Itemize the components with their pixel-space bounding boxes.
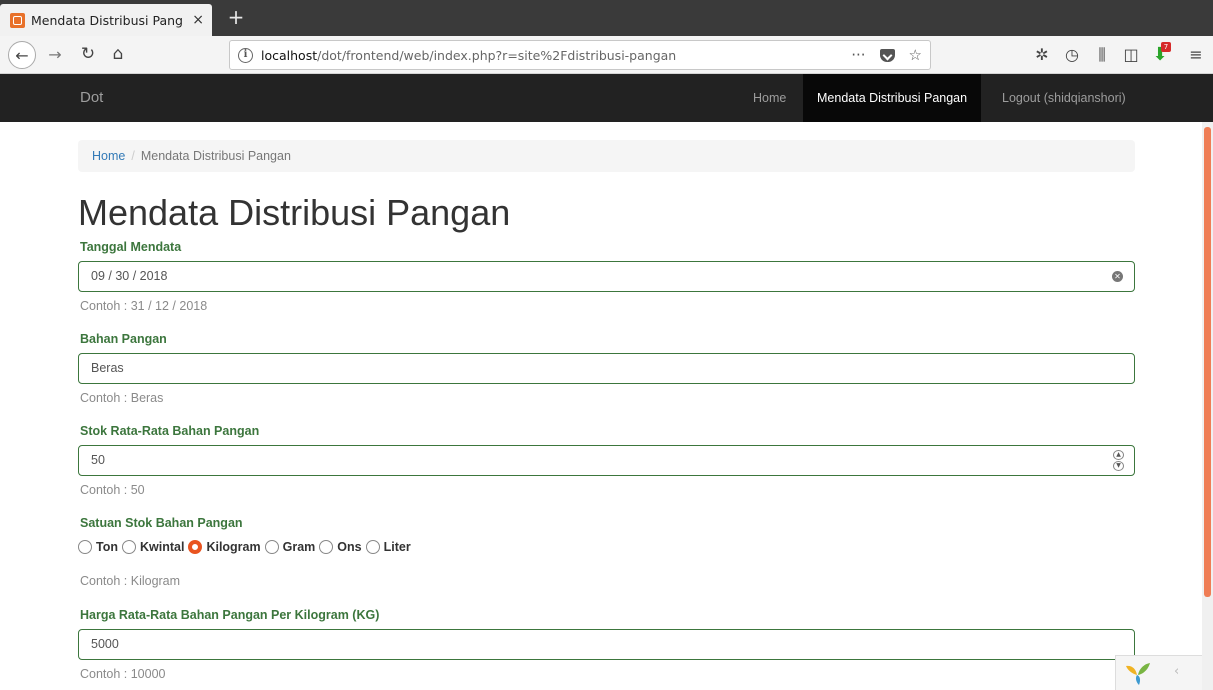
satuan-label: Satuan Stok Bahan Pangan <box>80 516 243 530</box>
page-content: Home / Mendata Distribusi Pangan Mendata D… <box>78 140 1135 681</box>
download-badge: 7 <box>1161 42 1171 52</box>
address-bar[interactable]: i localhost/dot/frontend/web/index.php?r… <box>229 40 931 70</box>
site-info-icon[interactable]: i <box>238 47 253 63</box>
debug-toolbar[interactable]: ‹ <box>1115 655 1202 690</box>
download-arrow-icon[interactable]: ⬇ 7 <box>1149 41 1171 69</box>
hamburger-menu-icon[interactable]: ≡ <box>1185 41 1207 69</box>
sidebar-toggle-icon[interactable]: ◫ <box>1120 41 1142 69</box>
stok-number-input[interactable]: 50 ▲ ▼ <box>78 445 1135 476</box>
clear-date-icon[interactable]: ✕ <box>1112 271 1123 282</box>
radio-kilogram[interactable] <box>188 540 203 554</box>
brand-link[interactable]: Dot <box>80 74 103 122</box>
debug-toolbar-collapse-icon[interactable]: ‹ <box>1174 664 1179 679</box>
tab-close-button[interactable]: × <box>192 12 204 28</box>
scrollbar-thumb[interactable] <box>1204 127 1211 597</box>
radio-label-kwintal[interactable]: Kwintal <box>140 540 184 554</box>
bahan-label: Bahan Pangan <box>80 332 167 346</box>
radio-ons[interactable] <box>319 540 334 554</box>
nav-item-mendata-distribusi-pangan[interactable]: Mendata Distribusi Pangan <box>803 74 982 122</box>
tanggal-hint: Contoh : 31 / 12 / 2018 <box>80 299 208 313</box>
yii-logo-icon[interactable] <box>1124 660 1152 686</box>
tanggal-label: Tanggal Mendata <box>80 240 182 254</box>
radio-liter[interactable] <box>365 540 380 554</box>
tanggal-date-input[interactable]: 09 / 30 / 2018 ✕ <box>78 261 1135 292</box>
bahan-value: Beras <box>91 361 124 375</box>
url-host: localhost <box>261 47 318 63</box>
radio-label-ons[interactable]: Ons <box>337 540 361 554</box>
tab-favicon-icon <box>10 12 25 28</box>
new-tab-button[interactable]: + <box>222 4 250 32</box>
stok-label: Stok Rata-Rata Bahan Pangan <box>80 424 260 438</box>
stok-hint: Contoh : 50 <box>80 483 145 497</box>
radio-kwintal[interactable] <box>121 540 136 554</box>
radio-label-ton[interactable]: Ton <box>96 540 118 554</box>
page-title: Mendata Distribusi Pangan <box>78 192 511 233</box>
radio-label-kilogram[interactable]: Kilogram <box>206 540 260 554</box>
bahan-input[interactable]: Beras <box>78 353 1135 384</box>
tab-title: Mendata Distribusi Pang <box>31 12 183 28</box>
home-icon[interactable]: ⌂ <box>106 41 130 69</box>
breadcrumb: Home / Mendata Distribusi Pangan <box>78 140 1135 172</box>
pocket-icon[interactable] <box>879 48 895 62</box>
number-spinner[interactable]: ▲ ▼ <box>1113 450 1124 471</box>
browser-tab-strip: Mendata Distribusi Pang × + <box>0 0 1213 36</box>
browser-tab[interactable]: Mendata Distribusi Pang × <box>0 4 212 36</box>
radio-gram[interactable] <box>264 540 279 554</box>
breadcrumb-current: Mendata Distribusi Pangan <box>140 149 291 163</box>
satuan-radio-group: Ton Kwintal Kilogram Gram Ons Liter <box>78 537 415 557</box>
harga-hint: Contoh : 10000 <box>80 667 166 681</box>
breadcrumb-home-link[interactable]: Home <box>92 149 125 163</box>
url-text[interactable]: localhost/dot/frontend/web/index.php?r=s… <box>261 48 837 63</box>
extension-sun-icon[interactable]: ✲ <box>1031 41 1053 69</box>
radio-ton[interactable] <box>78 540 92 554</box>
back-button[interactable]: ← <box>8 41 36 69</box>
radio-label-gram[interactable]: Gram <box>283 540 316 554</box>
forward-button[interactable]: → <box>45 41 65 69</box>
satuan-hint: Contoh : Kilogram <box>80 574 181 588</box>
nav-item-home[interactable]: Home <box>739 74 800 122</box>
page-scrollbar[interactable] <box>1202 122 1213 690</box>
stok-value: 50 <box>91 453 105 467</box>
nav-item-logout[interactable]: Logout (shidqianshori) <box>988 74 1140 122</box>
app-navbar: Dot Home Mendata Distribusi Pangan Logou… <box>0 74 1213 122</box>
page-actions-button[interactable]: ··· <box>851 46 865 64</box>
harga-input[interactable]: 5000 <box>78 629 1135 660</box>
spin-up-icon[interactable]: ▲ <box>1113 450 1124 460</box>
bookmark-star-icon[interactable]: ☆ <box>909 46 922 64</box>
harga-label: Harga Rata-Rata Bahan Pangan Per Kilogra… <box>80 608 380 622</box>
url-path: /dot/frontend/web/index.php?r=site%2Fdis… <box>317 47 677 63</box>
harga-value: 5000 <box>91 637 119 651</box>
radio-label-liter[interactable]: Liter <box>384 540 411 554</box>
tanggal-value: 09 / 30 / 2018 <box>91 269 168 283</box>
browser-toolbar: ← → ↻ ⌂ i localhost/dot/frontend/web/ind… <box>0 36 1213 74</box>
library-icon[interactable]: ⫼ <box>1091 41 1113 69</box>
reload-button[interactable]: ↻ <box>77 41 99 69</box>
bahan-hint: Contoh : Beras <box>80 391 164 405</box>
breadcrumb-separator: / <box>131 149 135 163</box>
spin-down-icon[interactable]: ▼ <box>1113 461 1124 471</box>
history-clock-icon[interactable]: ◷ <box>1061 41 1083 69</box>
